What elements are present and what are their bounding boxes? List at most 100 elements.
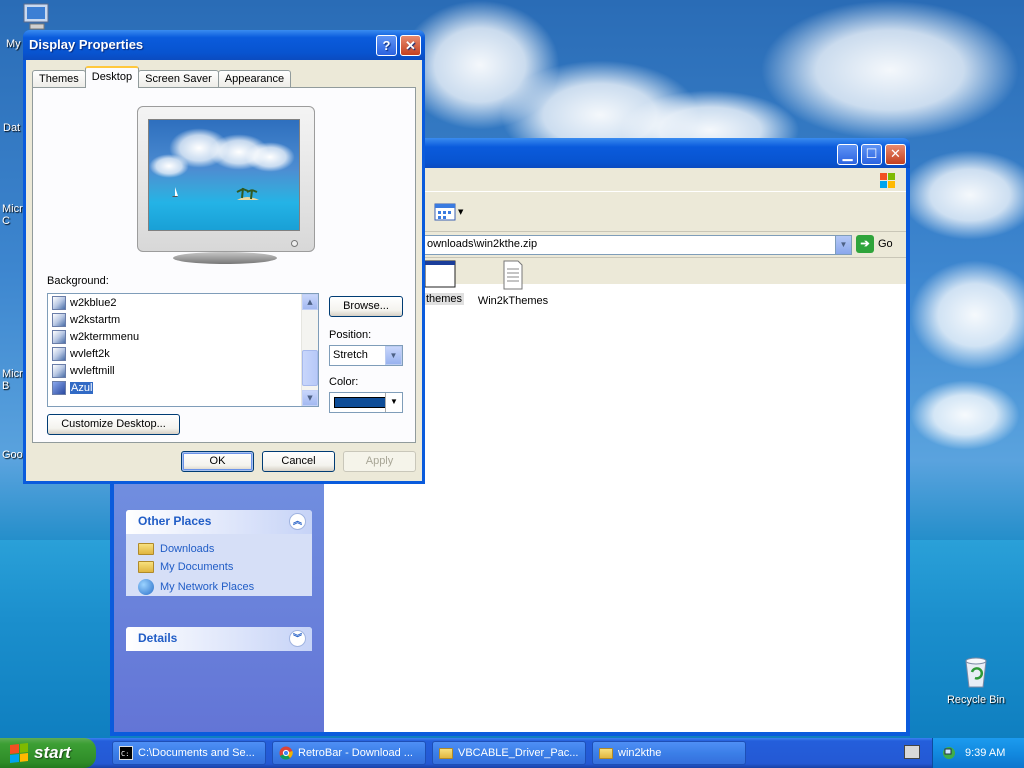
desktop-icon-label: Micro B [2,368,29,392]
taskbar-item-label: VBCABLE_Driver_Pac... [458,747,579,759]
color-label: Color: [329,376,359,388]
folder-icon [439,747,453,759]
taskbar: start C: C:\Documents and Se... RetroBar… [0,738,1024,768]
list-item-label: w2ktermmenu [70,330,140,343]
details-header[interactable]: Details ︾ [126,627,312,651]
customize-desktop-button[interactable]: Customize Desktop... [47,414,180,435]
apply-button[interactable]: Apply [343,451,416,472]
details-panel: Details ︾ [126,627,312,651]
monitor-frame [137,106,315,252]
list-item[interactable]: w2kstartm [48,311,318,328]
list-item[interactable]: w2kblue2 [48,294,318,311]
maximize-button[interactable]: ☐ [861,144,882,165]
go-label: Go [878,238,893,250]
tab-label: Screen Saver [145,73,212,85]
other-places-item-my-documents[interactable]: My Documents [126,558,312,576]
background-label: Background: [47,275,109,287]
position-dropdown-button[interactable]: ▼ [385,346,402,365]
desktop-icon-my-computer[interactable] [22,2,54,32]
taskbar-item-browser[interactable]: RetroBar - Download ... [272,741,426,765]
network-places-icon [138,579,154,595]
chevron-down-icon: ▼ [307,394,313,402]
file-item-win2kthemes[interactable]: Win2kThemes [476,260,550,307]
tab-themes[interactable]: Themes [32,70,86,88]
list-item-label: Azul [70,381,94,394]
chevron-down-icon: ▼ [390,397,398,406]
color-picker[interactable]: ▼ [329,392,403,413]
expand-icon[interactable]: ︾ [289,630,306,647]
other-places-panel: Other Places ︽ Downloads My Documents My… [126,510,312,596]
chevron-down-icon: ▼ [458,208,464,216]
monitor-preview [137,106,315,266]
help-button[interactable]: ? [376,35,397,56]
minimize-button[interactable]: ▁ [837,144,858,165]
go-button[interactable]: ➔ Go [856,235,893,253]
scroll-up-button[interactable]: ▲ [302,294,318,310]
scroll-thumb[interactable] [302,350,318,386]
desktop-icon-recycle-bin[interactable]: Recycle Bin [940,655,1012,706]
tab-desktop[interactable]: Desktop [84,66,140,88]
taskbar-item-win2kthe[interactable]: win2kthe [592,741,746,765]
cancel-button[interactable]: Cancel [262,451,335,472]
windows-flag-icon [10,743,28,763]
position-label: Position: [329,329,372,341]
zip-folder-icon [599,747,613,759]
list-item[interactable]: wvleft2k [48,345,318,362]
other-places-item-downloads[interactable]: Downloads [126,540,312,558]
background-list[interactable]: w2kblue2 w2kstartm w2ktermmenu wvleft2k … [47,293,319,407]
file-item-label: themes [423,293,465,305]
tab-label: Appearance [224,73,285,85]
computer-icon [23,3,49,30]
other-places-item-network[interactable]: My Network Places [126,576,312,598]
taskbar-item-folder-vbcable[interactable]: VBCABLE_Driver_Pac... [432,741,586,765]
folder-icon [138,543,154,555]
address-input[interactable]: ownloads\win2kthe.zip ▼ [422,235,852,255]
list-item[interactable]: w2ktermmenu [48,328,318,345]
collapse-icon[interactable]: ︽ [289,513,306,530]
desktop-icon-label: Micro C [2,203,29,227]
keyboard-icon[interactable] [904,745,920,759]
start-button[interactable]: start [0,738,96,768]
image-file-icon [52,312,66,327]
address-dropdown-button[interactable]: ▼ [835,236,851,254]
network-icon[interactable] [941,745,957,761]
list-item-label: wvleft2k [70,347,110,360]
close-button[interactable]: ✕ [885,144,906,165]
color-dropdown-button[interactable]: ▼ [385,393,402,412]
position-select[interactable]: Stretch ▼ [329,345,403,366]
display-properties-dialog[interactable]: Display Properties ? ✕ Themes Desktop Sc… [23,30,425,484]
dialog-body: Themes Desktop Screen Saver Appearance B… [26,60,422,481]
scroll-down-button[interactable]: ▼ [302,390,318,406]
ok-button[interactable]: OK [181,451,254,472]
sailboat-icon [171,186,179,198]
image-file-icon [52,363,66,378]
dialog-titlebar[interactable]: Display Properties ? ✕ [23,30,425,60]
views-button[interactable]: ▼ [434,201,468,223]
image-file-icon [52,329,66,344]
browse-label: Browse... [343,300,389,312]
taskbar-item-cmd[interactable]: C: C:\Documents and Se... [112,741,266,765]
wallpaper-preview [148,119,300,231]
list-item-label: wvleftmill [70,364,115,377]
other-places-title: Other Places [138,514,212,528]
color-swatch [334,397,388,408]
start-label: start [34,743,71,762]
desktop-icon-label: My [6,38,21,50]
browse-button[interactable]: Browse... [329,296,403,317]
minimize-icon: ▁ [842,147,853,162]
address-text: ownloads\win2kthe.zip [427,238,538,250]
recycle-bin-label: Recycle Bin [946,694,1006,706]
tab-screen-saver[interactable]: Screen Saver [138,70,219,88]
list-scrollbar[interactable]: ▲ ▼ [301,294,318,406]
other-places-header[interactable]: Other Places ︽ [126,510,312,534]
list-item-selected[interactable]: Azul [48,379,318,396]
other-places-label: My Network Places [160,581,255,593]
tab-appearance[interactable]: Appearance [217,70,292,88]
list-item[interactable]: wvleftmill [48,362,318,379]
image-file-icon [52,380,66,395]
details-title: Details [138,631,178,645]
dialog-close-button[interactable]: ✕ [400,35,421,56]
folder-icon [138,561,154,573]
system-tray: 9:39 AM [932,738,1024,768]
clock[interactable]: 9:39 AM [965,747,1005,759]
